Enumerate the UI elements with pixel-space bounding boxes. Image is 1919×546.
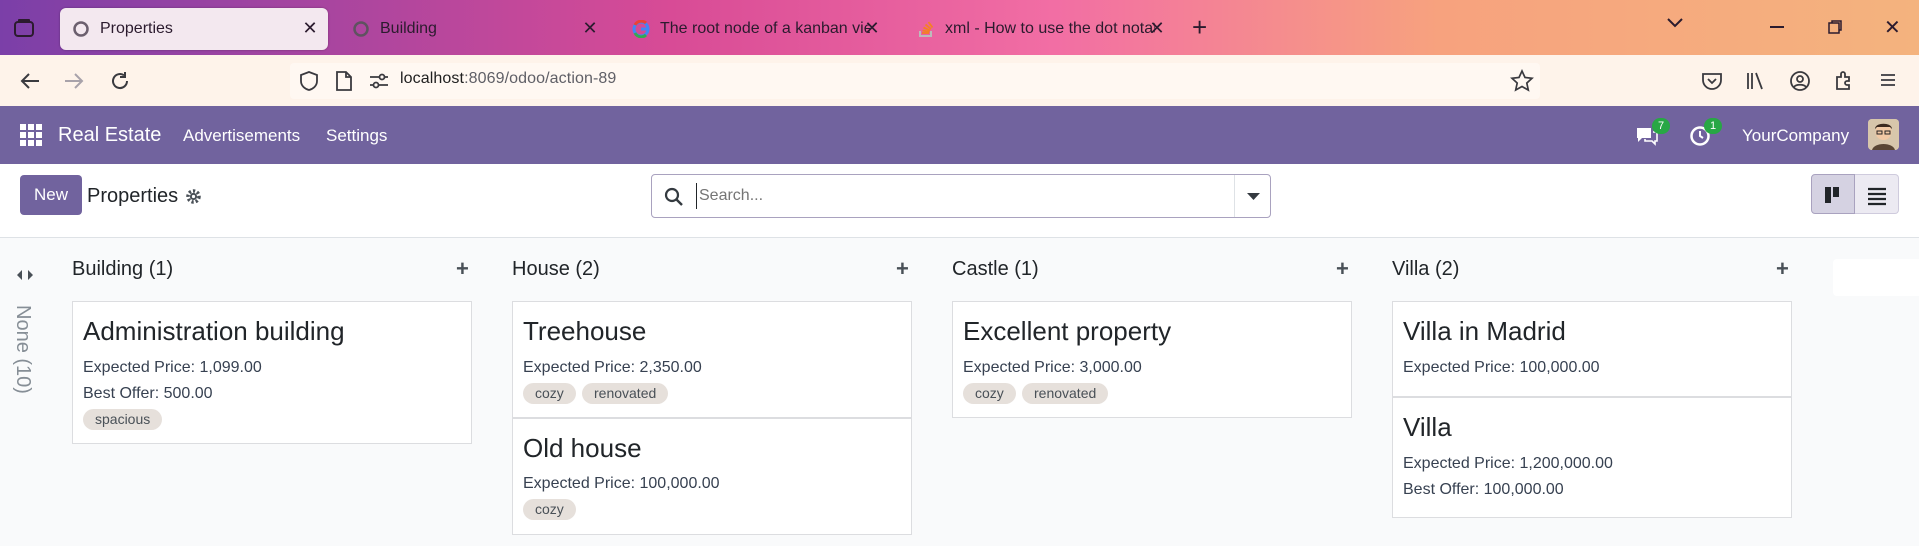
tab-title: xml - How to use the dot notati xyxy=(945,20,1155,37)
control-panel: New Properties xyxy=(0,164,1919,238)
card-expected-price: Expected Price: 100,000.00 xyxy=(523,475,720,492)
kanban-card[interactable]: Villa in Madrid Expected Price: 100,000.… xyxy=(1392,301,1792,397)
messages-badge: 7 xyxy=(1652,118,1670,134)
search-options-toggle[interactable] xyxy=(1234,175,1271,217)
extensions-icon[interactable] xyxy=(1832,69,1856,98)
pocket-icon[interactable] xyxy=(1700,69,1724,98)
kanban-card[interactable]: Administration building Expected Price: … xyxy=(72,301,472,444)
expand-fold-icon[interactable] xyxy=(16,268,34,286)
quick-create-icon[interactable]: + xyxy=(1336,256,1349,282)
shield-icon[interactable] xyxy=(298,70,320,97)
company-switcher[interactable]: YourCompany xyxy=(1742,126,1849,146)
url-host: localhost xyxy=(400,70,465,87)
app-name[interactable]: Real Estate xyxy=(58,124,161,147)
close-icon[interactable]: ✕ xyxy=(300,18,320,39)
close-icon[interactable]: ✕ xyxy=(580,18,600,39)
back-icon[interactable] xyxy=(14,65,46,97)
google-icon xyxy=(632,19,650,39)
card-title: Old house xyxy=(523,433,642,463)
menu-advertisements[interactable]: Advertisements xyxy=(183,126,300,146)
tag: cozy xyxy=(523,383,576,404)
tab-building[interactable]: Building ✕ xyxy=(340,8,608,50)
reload-icon[interactable] xyxy=(104,65,136,97)
kanban-card[interactable]: Villa Expected Price: 1,200,000.00 Best … xyxy=(1392,397,1792,518)
card-expected-price: Expected Price: 3,000.00 xyxy=(963,359,1142,376)
quick-create-icon[interactable]: + xyxy=(456,256,469,282)
search-box[interactable] xyxy=(651,174,1271,218)
kanban-card[interactable]: Excellent property Expected Price: 3,000… xyxy=(952,301,1352,418)
tab-title: The root node of a kanban view xyxy=(660,20,870,37)
list-view-button[interactable] xyxy=(1855,174,1899,214)
stackoverflow-icon xyxy=(917,20,935,38)
site-settings-icon[interactable] xyxy=(368,72,390,95)
apps-grid-icon[interactable] xyxy=(20,124,42,151)
forward-icon[interactable] xyxy=(58,65,90,97)
card-title: Villa xyxy=(1403,412,1452,442)
gear-icon[interactable] xyxy=(185,188,202,210)
tab-title: Building xyxy=(380,20,437,37)
browser-tab-bar: Properties ✕ Building ✕ The root node of… xyxy=(0,0,1919,55)
restore-icon[interactable] xyxy=(1828,20,1842,39)
card-expected-price: Expected Price: 100,000.00 xyxy=(1403,359,1600,376)
card-best-offer: Best Offer: 100,000.00 xyxy=(1403,481,1564,498)
close-icon[interactable]: ✕ xyxy=(862,18,882,39)
page-icon[interactable] xyxy=(334,70,354,97)
tab-stackoverflow[interactable]: xml - How to use the dot notati ✕ xyxy=(905,8,1175,50)
tag: spacious xyxy=(83,409,163,430)
window-close-icon[interactable]: ✕ xyxy=(1884,15,1901,40)
library-icon[interactable] xyxy=(1744,69,1768,98)
kanban-card[interactable]: Treehouse Expected Price: 2,350.00 cozy … xyxy=(512,301,912,418)
card-expected-price: Expected Price: 2,350.00 xyxy=(523,359,702,376)
tab-kanban-question[interactable]: The root node of a kanban view ✕ xyxy=(620,8,890,50)
folded-column-label[interactable]: None (10) xyxy=(11,305,34,394)
bookmark-star-icon[interactable] xyxy=(1510,68,1534,98)
odoo-icon xyxy=(352,20,370,38)
add-column-area[interactable] xyxy=(1833,259,1919,296)
breadcrumb: Properties xyxy=(87,185,179,207)
tab-overview-icon[interactable] xyxy=(10,14,38,42)
quick-create-icon[interactable]: + xyxy=(1776,256,1789,282)
account-icon[interactable] xyxy=(1788,69,1812,98)
card-title: Excellent property xyxy=(963,316,1172,346)
odoo-navbar: Real Estate Advertisements Settings 7 1 … xyxy=(0,106,1919,164)
column-header-building[interactable]: Building (1) xyxy=(72,258,173,281)
card-title: Administration building xyxy=(83,316,345,346)
chevron-down-icon[interactable] xyxy=(1665,16,1685,35)
tab-properties[interactable]: Properties ✕ xyxy=(60,8,328,50)
menu-icon[interactable] xyxy=(1878,70,1898,95)
card-expected-price: Expected Price: 1,200,000.00 xyxy=(1403,455,1613,472)
quick-create-icon[interactable]: + xyxy=(896,256,909,282)
tab-title: Properties xyxy=(100,20,173,37)
minimize-icon[interactable] xyxy=(1770,26,1784,28)
search-icon xyxy=(664,187,684,212)
column-header-villa[interactable]: Villa (2) xyxy=(1392,258,1459,281)
odoo-icon xyxy=(72,20,90,38)
card-title: Treehouse xyxy=(523,316,647,346)
card-title: Villa in Madrid xyxy=(1403,316,1566,346)
column-header-house[interactable]: House (2) xyxy=(512,258,600,281)
avatar[interactable] xyxy=(1868,119,1899,150)
close-icon[interactable]: ✕ xyxy=(1147,18,1167,39)
tag: cozy xyxy=(963,383,1016,404)
search-input[interactable] xyxy=(696,183,1216,209)
column-header-castle[interactable]: Castle (1) xyxy=(952,258,1039,281)
card-best-offer: Best Offer: 500.00 xyxy=(83,385,213,402)
kanban-view-button[interactable] xyxy=(1811,174,1855,214)
url-path: :8069/odoo/action-89 xyxy=(464,70,617,87)
card-expected-price: Expected Price: 1,099.00 xyxy=(83,359,262,376)
new-button[interactable]: New xyxy=(20,175,82,215)
tag: renovated xyxy=(1022,383,1109,404)
url-text[interactable]: localhost:8069/odoo/action-89 xyxy=(400,70,616,88)
activities-badge: 1 xyxy=(1704,118,1722,134)
new-tab-icon[interactable]: + xyxy=(1192,12,1207,43)
menu-settings[interactable]: Settings xyxy=(326,126,387,146)
tag: cozy xyxy=(523,499,576,520)
tag: renovated xyxy=(582,383,669,404)
kanban-card[interactable]: Old house Expected Price: 100,000.00 coz… xyxy=(512,418,912,535)
